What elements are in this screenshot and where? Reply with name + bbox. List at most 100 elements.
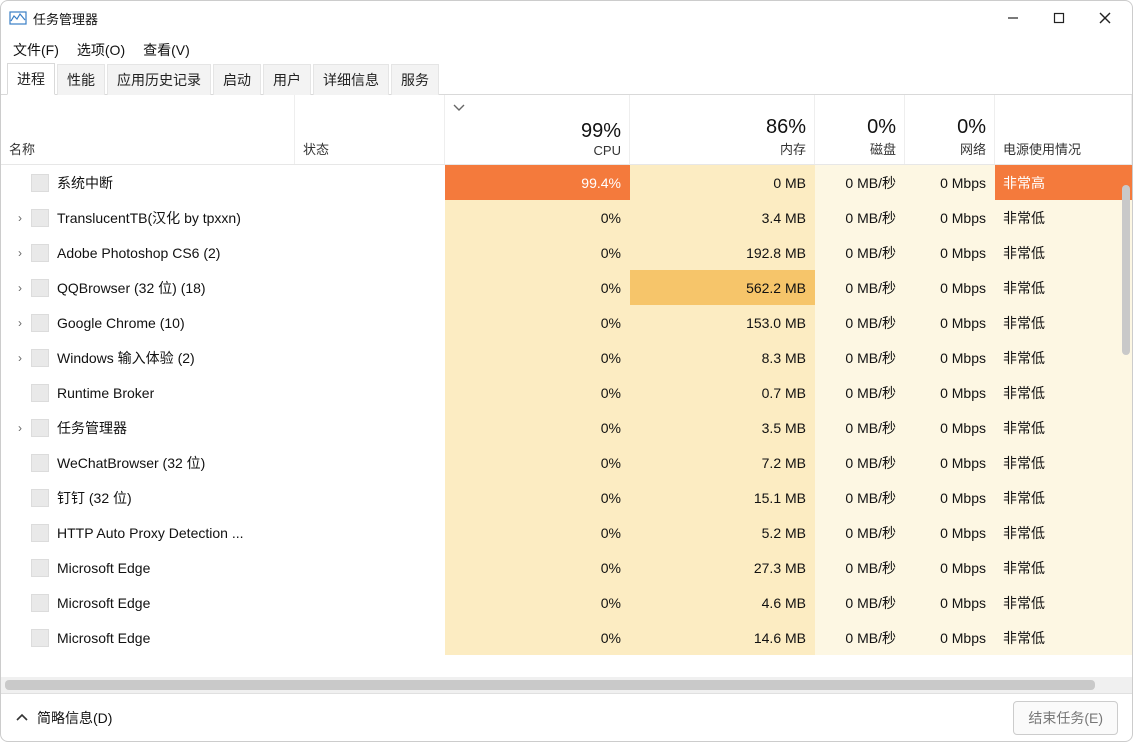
process-name-cell[interactable]: Microsoft Edge [1, 550, 295, 585]
minimize-button[interactable] [990, 2, 1036, 34]
table-row[interactable]: ›任务管理器0%3.5 MB0 MB/秒0 Mbps非常低 [1, 410, 1132, 445]
horizontal-scrollbar-thumb[interactable] [5, 680, 1095, 690]
network-cell: 0 Mbps [905, 375, 995, 410]
disk-cell: 0 MB/秒 [815, 200, 905, 235]
network-cell: 0 Mbps [905, 340, 995, 375]
table-row[interactable]: ›QQBrowser (32 位) (18)0%562.2 MB0 MB/秒0 … [1, 270, 1132, 305]
process-name-cell[interactable]: ›Adobe Photoshop CS6 (2) [1, 235, 295, 270]
col-header-name[interactable]: 名称 [1, 95, 295, 164]
process-name: Microsoft Edge [57, 595, 150, 611]
col-header-memory[interactable]: 86% 内存 [630, 95, 815, 164]
network-cell: 0 Mbps [905, 585, 995, 620]
table-row[interactable]: ›TranslucentTB(汉化 by tpxxn)0%3.4 MB0 MB/… [1, 200, 1132, 235]
expander-icon[interactable]: › [9, 246, 31, 260]
process-name: TranslucentTB(汉化 by tpxxn) [57, 208, 241, 228]
tab-6[interactable]: 服务 [391, 64, 439, 95]
process-name-cell[interactable]: › Google Chrome (10) [1, 305, 295, 340]
col-header-power[interactable]: 电源使用情况 [995, 95, 1132, 164]
cpu-cell: 0% [445, 375, 630, 410]
disk-cell: 0 MB/秒 [815, 620, 905, 655]
process-name-cell[interactable]: ›任务管理器 [1, 410, 295, 445]
memory-cell: 192.8 MB [630, 235, 815, 270]
status-cell [295, 515, 445, 550]
tab-1[interactable]: 性能 [57, 64, 105, 95]
table-row[interactable]: 系统中断99.4%0 MB0 MB/秒0 Mbps非常高 [1, 165, 1132, 200]
table-row[interactable]: Runtime Broker0%0.7 MB0 MB/秒0 Mbps非常低 [1, 375, 1132, 410]
process-name-cell[interactable]: Microsoft Edge [1, 585, 295, 620]
process-name: 系统中断 [57, 173, 113, 193]
col-label-power: 电源使用情况 [1003, 139, 1123, 158]
maximize-button[interactable] [1036, 2, 1082, 34]
memory-cell: 0.7 MB [630, 375, 815, 410]
tab-3[interactable]: 启动 [213, 64, 261, 95]
process-icon [31, 559, 49, 577]
menubar: 文件(F) 选项(O) 查看(V) [1, 35, 1132, 65]
expander-icon[interactable]: › [9, 316, 31, 330]
menu-view[interactable]: 查看(V) [143, 40, 190, 60]
table-row[interactable]: Microsoft Edge0%27.3 MB0 MB/秒0 Mbps非常低 [1, 550, 1132, 585]
table-row[interactable]: Microsoft Edge0%14.6 MB0 MB/秒0 Mbps非常低 [1, 620, 1132, 655]
menu-options[interactable]: 选项(O) [77, 40, 125, 60]
process-name-cell[interactable]: HTTP Auto Proxy Detection ... [1, 515, 295, 550]
table-row[interactable]: WeChatBrowser (32 位)0%7.2 MB0 MB/秒0 Mbps… [1, 445, 1132, 480]
col-header-disk[interactable]: 0% 磁盘 [815, 95, 905, 164]
memory-cell: 15.1 MB [630, 480, 815, 515]
expander-icon[interactable]: › [9, 211, 31, 225]
network-cell: 0 Mbps [905, 235, 995, 270]
table-row[interactable]: 钉钉 (32 位)0%15.1 MB0 MB/秒0 Mbps非常低 [1, 480, 1132, 515]
process-name-cell[interactable]: › TranslucentTB(汉化 by tpxxn) [1, 200, 295, 235]
col-header-cpu[interactable]: 99% CPU [445, 95, 630, 164]
table-row[interactable]: Microsoft Edge0%4.6 MB0 MB/秒0 Mbps非常低 [1, 585, 1132, 620]
process-icon [31, 314, 49, 332]
process-name-cell[interactable]: WeChatBrowser (32 位) [1, 445, 295, 480]
power-cell: 非常低 [995, 480, 1132, 515]
power-cell: 非常低 [995, 515, 1132, 550]
menu-file[interactable]: 文件(F) [13, 40, 59, 60]
table-row[interactable]: ›Windows 输入体验 (2)0%8.3 MB0 MB/秒0 Mbps非常低 [1, 340, 1132, 375]
titlebar[interactable]: 任务管理器 [1, 1, 1132, 35]
process-name-cell[interactable]: ›Windows 输入体验 (2) [1, 340, 295, 375]
process-name-cell[interactable]: 系统中断 [1, 165, 295, 200]
cpu-cell: 0% [445, 480, 630, 515]
process-icon [31, 174, 49, 192]
process-name-cell[interactable]: Runtime Broker [1, 375, 295, 410]
tab-0[interactable]: 进程 [7, 63, 55, 95]
expander-icon[interactable]: › [9, 351, 31, 365]
table-row[interactable]: ›Adobe Photoshop CS6 (2)0%192.8 MB0 MB/秒… [1, 235, 1132, 270]
network-cell: 0 Mbps [905, 305, 995, 340]
col-cpu-pct: 99% [453, 120, 621, 143]
power-cell: 非常低 [995, 305, 1132, 340]
col-header-status[interactable]: 状态 [295, 95, 445, 164]
expander-icon[interactable]: › [9, 421, 31, 435]
col-label-status: 状态 [303, 139, 436, 158]
col-label-mem: 内存 [638, 139, 806, 158]
process-name-cell[interactable]: 钉钉 (32 位) [1, 480, 295, 515]
vertical-scrollbar[interactable] [1122, 185, 1130, 355]
status-cell [295, 340, 445, 375]
tab-2[interactable]: 应用历史记录 [107, 64, 211, 95]
col-header-network[interactable]: 0% 网络 [905, 95, 995, 164]
status-cell [295, 235, 445, 270]
power-cell: 非常低 [995, 620, 1132, 655]
horizontal-scrollbar[interactable] [1, 677, 1132, 693]
status-cell [295, 445, 445, 480]
summary-toggle[interactable]: 简略信息(D) [37, 708, 112, 728]
memory-cell: 562.2 MB [630, 270, 815, 305]
table-row[interactable]: ›Google Chrome (10)0%153.0 MB0 MB/秒0 Mbp… [1, 305, 1132, 340]
expander-icon[interactable]: › [9, 281, 31, 295]
process-name-cell[interactable]: ›QQBrowser (32 位) (18) [1, 270, 295, 305]
power-cell: 非常低 [995, 200, 1132, 235]
tab-5[interactable]: 详细信息 [313, 64, 389, 95]
end-task-button[interactable]: 结束任务(E) [1013, 701, 1118, 735]
disk-cell: 0 MB/秒 [815, 550, 905, 585]
process-name: HTTP Auto Proxy Detection ... [57, 525, 243, 541]
process-name: Google Chrome (10) [57, 315, 185, 331]
process-name-cell[interactable]: Microsoft Edge [1, 620, 295, 655]
cpu-cell: 0% [445, 270, 630, 305]
tab-4[interactable]: 用户 [263, 64, 311, 95]
close-button[interactable] [1082, 2, 1128, 34]
table-row[interactable]: HTTP Auto Proxy Detection ...0%5.2 MB0 M… [1, 515, 1132, 550]
cpu-cell: 0% [445, 200, 630, 235]
table-body: 系统中断99.4%0 MB0 MB/秒0 Mbps非常高 › Translucent… [1, 165, 1132, 677]
disk-cell: 0 MB/秒 [815, 305, 905, 340]
